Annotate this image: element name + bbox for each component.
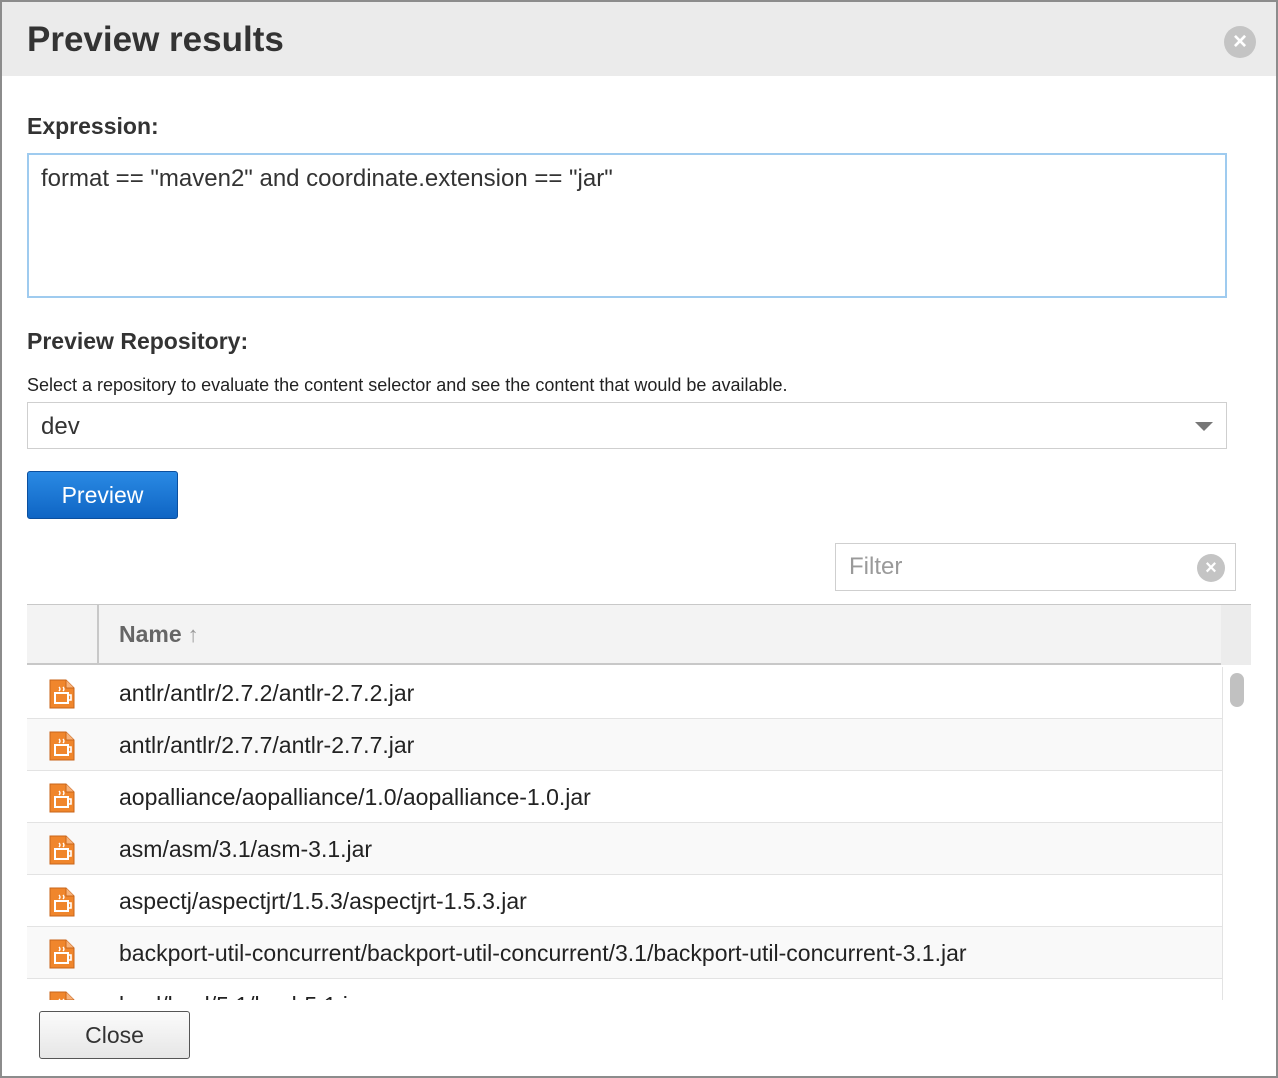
table-row[interactable]: aopalliance/aopalliance/1.0/aopalliance-… xyxy=(27,771,1222,823)
table-row[interactable]: antlr/antlr/2.7.7/antlr-2.7.7.jar xyxy=(27,719,1222,771)
row-name: bsol/bsol/5.1/bsol-5.1.jar xyxy=(119,992,368,1000)
table-row[interactable]: antlr/antlr/2.7.2/antlr-2.7.2.jar xyxy=(27,667,1222,719)
row-name: antlr/antlr/2.7.2/antlr-2.7.2.jar xyxy=(119,680,415,706)
grid-header: Name ↑ xyxy=(27,605,1251,665)
preview-button[interactable]: Preview xyxy=(27,471,178,519)
dialog-title: Preview results xyxy=(27,20,284,59)
row-name: aopalliance/aopalliance/1.0/aopalliance-… xyxy=(119,784,591,810)
repository-select-value: dev xyxy=(41,413,80,440)
repository-help-text: Select a repository to evaluate the cont… xyxy=(27,375,788,395)
jar-file-icon xyxy=(49,887,75,917)
chevron-down-icon xyxy=(1195,422,1213,431)
preview-repository-label: Preview Repository: xyxy=(27,328,249,354)
dialog-titlebar: Preview results × xyxy=(2,2,1276,76)
results-grid: Name ↑ antlr/antlr/2.7.2/antlr-2.7.2.jar a… xyxy=(27,604,1251,1000)
close-icon[interactable]: × xyxy=(1224,26,1256,58)
jar-file-icon xyxy=(49,783,75,813)
expression-field[interactable]: format == "maven2" and coordinate.extens… xyxy=(27,153,1227,298)
filter-input[interactable] xyxy=(836,544,1186,590)
name-column-header[interactable]: Name ↑ xyxy=(119,621,199,648)
header-scrollbar-cap xyxy=(1221,605,1251,665)
jar-file-icon xyxy=(49,679,75,709)
table-row[interactable]: aspectj/aspectjrt/1.5.3/aspectjrt-1.5.3.… xyxy=(27,875,1222,927)
clear-filter-icon[interactable]: × xyxy=(1197,554,1225,582)
icon-column-header xyxy=(27,605,99,665)
jar-file-icon xyxy=(49,991,75,1000)
table-row[interactable]: backport-util-concurrent/backport-util-c… xyxy=(27,927,1222,979)
grid-rows: antlr/antlr/2.7.2/antlr-2.7.2.jar antlr/a… xyxy=(27,667,1222,1000)
vertical-scrollbar[interactable] xyxy=(1222,667,1251,1000)
table-row[interactable]: asm/asm/3.1/asm-3.1.jar xyxy=(27,823,1222,875)
row-name: asm/asm/3.1/asm-3.1.jar xyxy=(119,836,373,862)
expression-label: Expression: xyxy=(27,113,159,139)
jar-file-icon xyxy=(49,731,75,761)
sort-ascending-icon: ↑ xyxy=(187,622,199,647)
jar-file-icon xyxy=(49,939,75,969)
close-button[interactable]: Close xyxy=(39,1011,190,1059)
row-name: antlr/antlr/2.7.7/antlr-2.7.7.jar xyxy=(119,732,415,758)
preview-results-dialog: Preview results × Expression: format == … xyxy=(0,0,1278,1078)
row-name: backport-util-concurrent/backport-util-c… xyxy=(119,940,967,966)
jar-file-icon xyxy=(49,835,75,865)
table-row[interactable]: bsol/bsol/5.1/bsol-5.1.jar xyxy=(27,979,1222,1000)
filter-box: × xyxy=(835,543,1236,591)
row-name: aspectj/aspectjrt/1.5.3/aspectjrt-1.5.3.… xyxy=(119,888,527,914)
repository-select[interactable]: dev xyxy=(27,402,1227,449)
name-column-label: Name xyxy=(119,621,182,647)
scrollbar-thumb[interactable] xyxy=(1230,673,1244,707)
